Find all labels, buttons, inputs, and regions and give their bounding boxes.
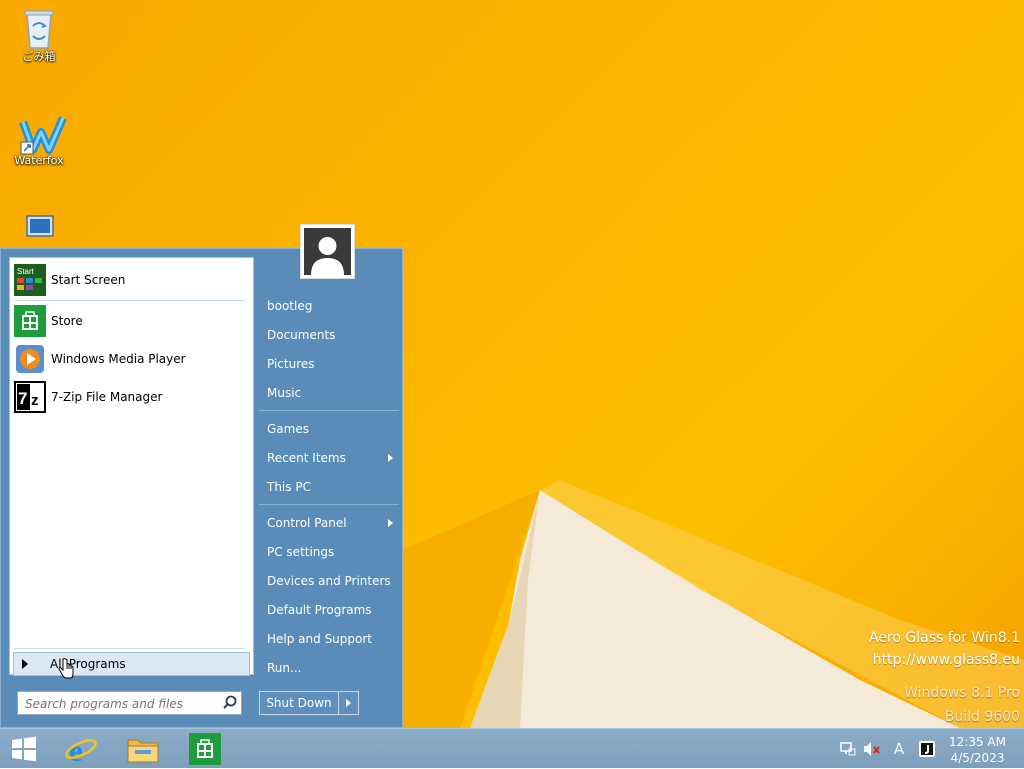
recycle-bin-icon bbox=[19, 6, 59, 49]
clock-time: 12:35 AM bbox=[949, 735, 1006, 749]
right-item-recent-items[interactable]: Recent Items bbox=[259, 445, 399, 471]
right-item-label: Documents bbox=[267, 328, 336, 342]
start-button[interactable] bbox=[4, 731, 44, 767]
right-item-default-programs[interactable]: Default Programs bbox=[259, 597, 399, 623]
right-item-help-support[interactable]: Help and Support bbox=[259, 626, 399, 652]
search-icon[interactable] bbox=[223, 695, 237, 712]
start-menu-left-pane: Start Start Screen Store Windows Media P… bbox=[9, 257, 254, 676]
right-item-music[interactable]: Music bbox=[259, 380, 399, 406]
store-icon bbox=[189, 733, 221, 765]
internet-explorer-icon: e bbox=[65, 733, 97, 766]
right-item-label: Music bbox=[267, 386, 302, 400]
desktop-icon-waterfox[interactable]: Waterfox bbox=[4, 112, 74, 167]
right-item-label: Run... bbox=[267, 661, 302, 675]
right-item-control-panel[interactable]: Control Panel bbox=[259, 510, 399, 536]
taskbar-internet-explorer[interactable]: e bbox=[60, 731, 102, 767]
shutdown-button[interactable]: Shut Down bbox=[259, 691, 339, 715]
clock-date: 4/5/2023 bbox=[950, 751, 1005, 765]
network-icon[interactable] bbox=[838, 729, 858, 769]
right-item-this-pc[interactable]: This PC bbox=[259, 474, 399, 500]
right-item-documents[interactable]: Documents bbox=[259, 322, 399, 348]
clock[interactable]: 12:35 AM 4/5/2023 bbox=[949, 734, 1006, 766]
svg-text:7: 7 bbox=[18, 389, 27, 408]
app-tray-icon[interactable] bbox=[916, 729, 938, 769]
watermark-line4: Build 9600 bbox=[944, 709, 1020, 725]
right-item-games[interactable]: Games bbox=[259, 416, 399, 442]
desktop-icon-label: Waterfox bbox=[14, 154, 64, 167]
right-item-devices-printers[interactable]: Devices and Printers bbox=[259, 568, 399, 594]
7zip-icon: 7 z bbox=[14, 381, 46, 413]
right-item-label: Help and Support bbox=[267, 632, 372, 646]
divider bbox=[259, 410, 399, 411]
search-input[interactable] bbox=[23, 693, 217, 715]
pinned-item-label: Windows Media Player bbox=[51, 352, 186, 366]
media-player-icon bbox=[14, 343, 46, 375]
svg-text:Start: Start bbox=[17, 267, 35, 276]
right-item-run[interactable]: Run... bbox=[259, 655, 399, 681]
right-item-label: This PC bbox=[267, 480, 311, 494]
desktop-icon-recycle-bin[interactable]: ごみ箱 bbox=[4, 6, 74, 64]
right-item-label: Control Panel bbox=[267, 516, 347, 530]
right-item-user-folder[interactable]: bootleg bbox=[259, 293, 399, 319]
right-item-label: Devices and Printers bbox=[267, 574, 391, 588]
right-item-label: PC settings bbox=[267, 545, 335, 559]
all-programs-button[interactable]: All Programs bbox=[13, 652, 250, 676]
desktop-icon-label: ごみ箱 bbox=[22, 50, 56, 63]
pinned-item-store[interactable]: Store bbox=[14, 303, 249, 339]
store-icon bbox=[14, 305, 46, 337]
pinned-item-start-screen[interactable]: Start Start Screen bbox=[14, 262, 249, 298]
pinned-item-label: 7-Zip File Manager bbox=[51, 390, 163, 404]
submenu-arrow-icon bbox=[388, 454, 393, 462]
right-item-label: Pictures bbox=[267, 357, 315, 371]
ime-icon[interactable]: A bbox=[888, 729, 910, 769]
taskbar: e A 12:35 AM 4/5/2023 bbox=[0, 728, 1024, 768]
windows-logo-icon bbox=[12, 736, 36, 762]
pinned-item-label: Start Screen bbox=[51, 273, 126, 287]
avatar-icon bbox=[304, 228, 351, 275]
shutdown-options-button[interactable] bbox=[339, 691, 359, 715]
waterfox-icon bbox=[19, 112, 67, 155]
watermark-line3: Windows 8.1 Pro bbox=[904, 685, 1020, 701]
right-item-label: Games bbox=[267, 422, 309, 436]
divider bbox=[14, 648, 245, 649]
svg-text:z: z bbox=[31, 392, 39, 409]
taskbar-store[interactable] bbox=[184, 731, 226, 767]
start-screen-icon: Start bbox=[14, 264, 46, 296]
expand-arrow-icon bbox=[22, 659, 28, 669]
file-explorer-icon bbox=[127, 739, 159, 763]
right-item-label: Recent Items bbox=[267, 451, 346, 465]
pinned-item-7zip[interactable]: 7 z 7-Zip File Manager bbox=[14, 379, 249, 415]
search-box[interactable] bbox=[17, 691, 242, 715]
watermark-line1: Aero Glass for Win8.1 bbox=[868, 630, 1020, 646]
shutdown-group: Shut Down bbox=[259, 691, 359, 715]
right-item-pictures[interactable]: Pictures bbox=[259, 351, 399, 377]
right-item-label: Default Programs bbox=[267, 603, 372, 617]
start-menu: Start Start Screen Store Windows Media P… bbox=[0, 248, 403, 728]
mouse-cursor-icon bbox=[58, 658, 74, 683]
volume-muted-icon[interactable] bbox=[862, 729, 882, 769]
pinned-item-label: Store bbox=[51, 314, 83, 328]
divider bbox=[14, 300, 245, 301]
pinned-item-media-player[interactable]: Windows Media Player bbox=[14, 341, 249, 377]
watermark-line2: http://www.glass8.eu bbox=[872, 652, 1020, 668]
divider bbox=[259, 504, 399, 505]
right-item-pc-settings[interactable]: PC settings bbox=[259, 539, 399, 565]
user-avatar[interactable] bbox=[300, 224, 355, 279]
submenu-arrow-icon bbox=[388, 519, 393, 527]
right-item-label: bootleg bbox=[267, 299, 313, 313]
taskbar-file-explorer[interactable] bbox=[122, 731, 164, 767]
